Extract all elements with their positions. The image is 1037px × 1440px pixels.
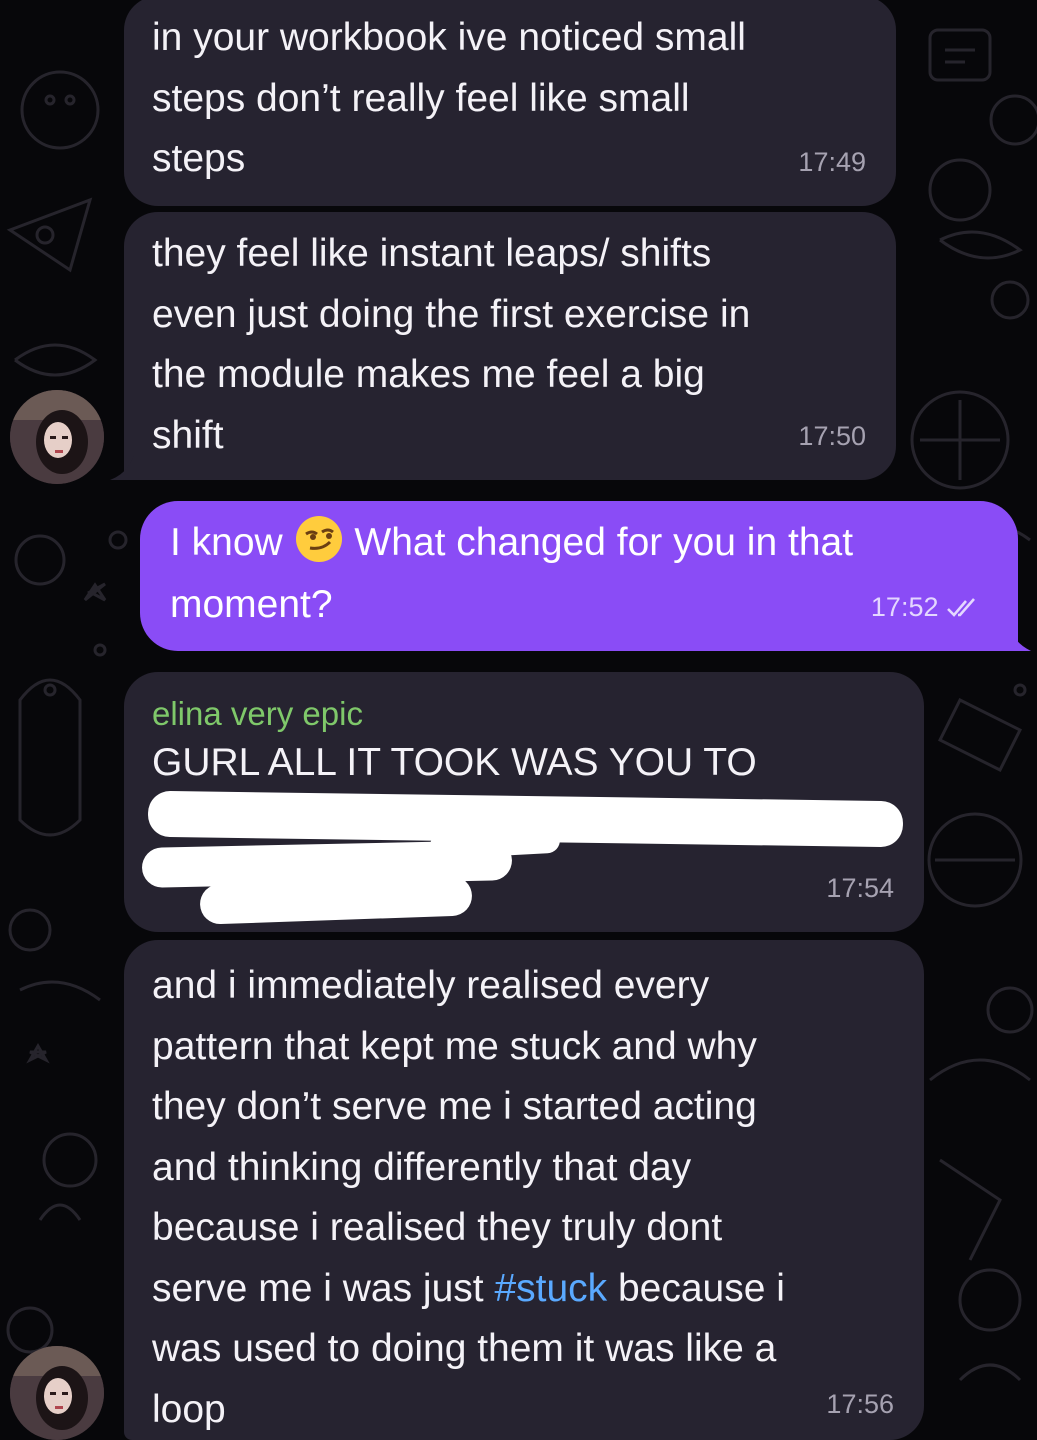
message-text: and i immediately realised every pattern… (152, 952, 896, 1440)
message-text: in your workbook ive noticed small steps… (152, 16, 746, 180)
double-check-icon (947, 597, 975, 617)
message-text-part: What changed for you in that (354, 521, 854, 564)
hashtag-link[interactable]: #stuck (494, 1267, 607, 1310)
message-text-line: and i immediately realised every (152, 964, 710, 1007)
sender-name: elina very epic (152, 695, 363, 732)
message-text-line: was used to doing them it was like a (152, 1327, 777, 1370)
message-text-line: serve me i was just (152, 1266, 495, 1310)
avatar-photo-icon (10, 390, 104, 484)
smirking-face-icon (294, 514, 344, 575)
contact-avatar[interactable] (10, 1346, 104, 1440)
message-text-part: moment? (170, 582, 333, 626)
message-text: I know What changed for you in that mome… (170, 513, 990, 635)
message-text-line: because i (607, 1266, 785, 1310)
message-time-status: 17:52 (871, 577, 978, 638)
message-time: 17:50 (798, 420, 866, 451)
contact-avatar[interactable] (10, 390, 104, 484)
message-text: they feel like instant leaps/ shifts eve… (152, 232, 751, 457)
message-time: 17:56 (826, 1388, 894, 1419)
message-text-line: pattern that kept me stuck and why (152, 1024, 757, 1068)
message-text: GURL ALL IT TOOK WAS YOU TO (152, 741, 757, 784)
message-time: 17:52 (870, 591, 939, 622)
message-bubble-outgoing[interactable]: I know What changed for you in that mome… (140, 501, 1018, 651)
bubble-tail (1000, 622, 1031, 651)
message-text-line: because i realised they truly dont (152, 1206, 723, 1249)
message-time: 17:54 (826, 872, 894, 903)
message-time: 17:49 (798, 146, 866, 177)
message-bubble-incoming[interactable]: they feel like instant leaps/ shifts eve… (124, 212, 896, 480)
message-bubble-incoming[interactable]: and i immediately realised every pattern… (124, 940, 924, 1440)
bubble-tail (110, 455, 140, 480)
message-text-line: and thinking differently that day (152, 1145, 692, 1189)
message-text-line: they don’t serve me i started acting (152, 1085, 757, 1128)
avatar-photo-icon (10, 1346, 104, 1440)
message-bubble-incoming[interactable]: in your workbook ive noticed small steps… (124, 0, 896, 206)
message-text-line: loop (152, 1387, 226, 1431)
message-text-part: I know (170, 521, 283, 564)
